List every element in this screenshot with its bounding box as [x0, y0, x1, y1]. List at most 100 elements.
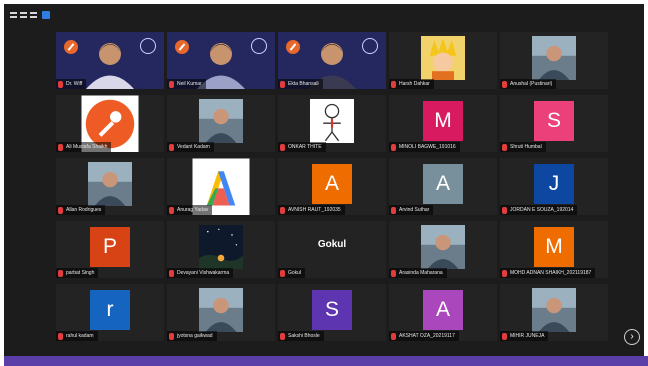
avatar-initial: S	[312, 290, 352, 331]
participant-name: jyotsna gaikwad	[177, 333, 213, 339]
participant-name: Ali Mustafa Shaikh	[66, 144, 108, 150]
muted-mic-icon	[280, 80, 285, 88]
participant-name-bar: Gokul	[278, 268, 306, 278]
participant-name-bar: rahul kadam	[56, 331, 98, 341]
participant-name-bar: Anushal (Pustinari)	[500, 79, 557, 89]
participant-name: Harsh Dahkar	[399, 81, 430, 87]
avatar-text: Gokul	[317, 239, 347, 250]
gallery-view-icon[interactable]	[42, 11, 50, 19]
participant-tile[interactable]: Anushal (Pustinari)	[500, 32, 608, 89]
participant-name: ONKAR THITE	[288, 144, 322, 150]
participant-tile[interactable]: jyotsna gaikwad	[167, 284, 275, 341]
participant-tile[interactable]: Dr. Wiff	[56, 32, 164, 89]
participant-name: AVNISH RAUT_192035	[288, 207, 341, 213]
muted-mic-icon	[502, 80, 507, 88]
view-toolbar	[4, 4, 644, 28]
participant-tile[interactable]: A AKSHAT OZA_20219117	[389, 284, 497, 341]
chevron-right-icon[interactable]: ›	[624, 329, 640, 345]
profile-picture	[199, 99, 243, 144]
participant-tile[interactable]: Neil Kumar	[167, 32, 275, 89]
participant-name: parbat Singh	[66, 270, 95, 276]
participant-name-bar: AVNISH RAUT_192035	[278, 205, 345, 215]
muted-mic-icon	[280, 269, 285, 277]
participant-name-bar: MINOLI BAGWE_191016	[389, 142, 460, 152]
profile-picture	[532, 288, 576, 333]
avatar-initial: P	[90, 227, 130, 268]
institute-logo-icon	[286, 40, 300, 54]
participant-name: Devayani Vishwakarma	[177, 270, 230, 276]
participant-name: Anushal (Pustinari)	[510, 81, 553, 87]
participant-tile[interactable]: M MINOLI BAGWE_191016	[389, 95, 497, 152]
institute-logo-icon	[175, 40, 189, 54]
participant-name: Dr. Wiff	[66, 81, 83, 87]
participant-tile[interactable]: M MOHD ADNAN SHAIKH_202119187	[500, 221, 608, 278]
participant-name-bar: jyotsna gaikwad	[167, 331, 217, 341]
participant-tile[interactable]: Harsh Dahkar	[389, 32, 497, 89]
muted-mic-icon	[58, 80, 63, 88]
list-view-icon[interactable]	[20, 12, 27, 18]
participant-name-bar: AKSHAT OZA_20219117	[389, 331, 459, 341]
participant-tile[interactable]: ONKAR THITE	[278, 95, 386, 152]
participant-tile[interactable]: r rahul kadam	[56, 284, 164, 341]
avatar-initial: M	[534, 227, 574, 268]
participant-name: Arasinda Maharana	[399, 270, 443, 276]
participant-tile[interactable]: J JORDAN E SOUZA_192014	[500, 158, 608, 215]
participant-name-bar: JORDAN E SOUZA_192014	[500, 205, 578, 215]
participant-name: Sakshi Bhosle	[288, 333, 320, 339]
participant-name-bar: Devayani Vishwakarma	[167, 268, 234, 278]
participant-tile[interactable]: Devayani Vishwakarma	[167, 221, 275, 278]
profile-picture	[532, 36, 576, 81]
profile-picture	[421, 36, 465, 81]
participant-tile[interactable]: Gokul Gokul	[278, 221, 386, 278]
participant-name-bar: Sakshi Bhosle	[278, 331, 324, 341]
muted-mic-icon	[58, 143, 63, 151]
participant-name: Ekta Bhansali	[288, 81, 319, 87]
participant-name-bar: Arvind Suthar	[389, 205, 434, 215]
speaker-view-icon[interactable]	[30, 12, 37, 18]
participant-tile[interactable]: Pparbat Singh	[56, 221, 164, 278]
participant-name: MOHD ADNAN SHAIKH_202119187	[510, 270, 592, 276]
muted-mic-icon	[169, 80, 174, 88]
avatar-initial: A	[312, 164, 352, 205]
participant-name: Allan Rodrigues	[66, 207, 102, 213]
muted-mic-icon	[502, 332, 507, 340]
participant-tile[interactable]: S Sakshi Bhosle	[278, 284, 386, 341]
avatar-initial: A	[423, 164, 463, 205]
participant-name-bar: MIHIR JUNEJA	[500, 331, 549, 341]
participant-name: JORDAN E SOUZA_192014	[510, 207, 574, 213]
participant-name-bar: Vedant Kadam	[167, 142, 214, 152]
profile-picture	[88, 162, 132, 207]
participant-name: Arvind Suthar	[399, 207, 430, 213]
participant-name-bar: Dr. Wiff	[56, 79, 87, 89]
profile-picture	[199, 288, 243, 333]
participant-name: MIHIR JUNEJA	[510, 333, 545, 339]
participant-name-bar: Shruti Humbal	[500, 142, 546, 152]
participant-name: Shruti Humbal	[510, 144, 542, 150]
avatar-initial: J	[534, 164, 574, 205]
participant-tile[interactable]: Ali Mustafa Shaikh	[56, 95, 164, 152]
participant-name-bar: MOHD ADNAN SHAIKH_202119187	[500, 268, 596, 278]
muted-mic-icon	[391, 332, 396, 340]
participant-tile[interactable]: Anurag Yadav	[167, 158, 275, 215]
participant-tile[interactable]: Arasinda Maharana	[389, 221, 497, 278]
muted-mic-icon	[169, 143, 174, 151]
participant-grid: Dr. Wiff Neil Kumar Ekta Bhansali Harsh Dah…	[56, 32, 608, 341]
participant-name-bar: Neil Kumar	[167, 79, 206, 89]
participant-name: Neil Kumar	[177, 81, 202, 87]
participant-tile[interactable]: A AVNISH RAUT_192035	[278, 158, 386, 215]
muted-mic-icon	[280, 206, 285, 214]
meeting-bottom-bar	[4, 356, 648, 366]
meeting-window: Dr. Wiff Neil Kumar Ekta Bhansali Harsh Dah…	[4, 4, 644, 362]
participant-tile[interactable]: S Shruti Humbal	[500, 95, 608, 152]
menu-icon[interactable]	[10, 12, 17, 18]
participant-name: MINOLI BAGWE_191016	[399, 144, 456, 150]
participant-name-bar: ONKAR THITE	[278, 142, 326, 152]
participant-tile[interactable]: Ekta Bhansali	[278, 32, 386, 89]
participant-tile[interactable]: Vedant Kadam	[167, 95, 275, 152]
participant-tile[interactable]: Allan Rodrigues	[56, 158, 164, 215]
participant-tile[interactable]: A Arvind Suthar	[389, 158, 497, 215]
muted-mic-icon	[391, 206, 396, 214]
participant-name-bar: Anurag Yadav	[167, 205, 213, 215]
participant-tile[interactable]: MIHIR JUNEJA	[500, 284, 608, 341]
muted-mic-icon	[58, 332, 63, 340]
